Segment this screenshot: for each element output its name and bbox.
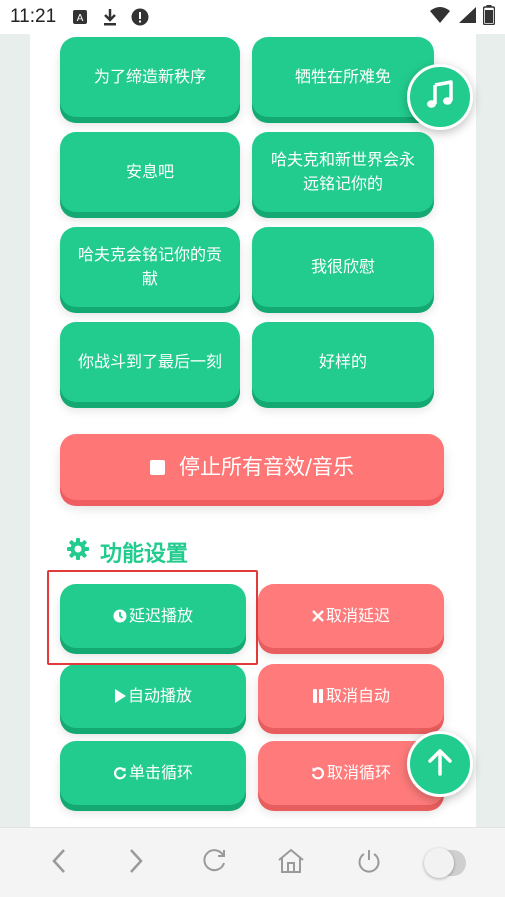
x-icon	[312, 610, 324, 622]
sound-button[interactable]: 哈夫克和新世界会永远铭记你的	[252, 132, 434, 212]
auto-play-label: 自动播放	[127, 686, 192, 705]
night-mode-toggle[interactable]	[424, 843, 467, 883]
sound-button[interactable]: 为了缔造新秩序	[60, 37, 240, 117]
sound-button[interactable]: 我很欣慰	[252, 227, 434, 307]
cancel-loop-label: 取消循环	[326, 763, 391, 782]
settings-title-text: 功能设置	[100, 542, 189, 567]
svg-text:A: A	[77, 13, 84, 24]
refresh-button[interactable]	[194, 843, 234, 883]
sound-button-label: 牺牲在所难免	[294, 67, 391, 86]
music-note-icon	[425, 80, 455, 114]
power-icon	[355, 847, 383, 879]
gear-icon	[66, 537, 100, 567]
stop-all-button[interactable]: 停止所有音效/音乐	[60, 434, 444, 500]
toggle-knob	[424, 847, 455, 878]
refresh-icon	[200, 847, 228, 879]
music-fab[interactable]	[407, 64, 473, 130]
chevron-left-icon	[51, 848, 67, 878]
sound-button-label: 为了缔造新秩序	[93, 67, 206, 86]
cancel-delay-button[interactable]: 取消延迟	[258, 584, 444, 648]
sound-button-label: 我很欣慰	[310, 257, 375, 276]
stop-all-label: 停止所有音效/音乐	[178, 455, 355, 479]
signal-icon	[457, 6, 477, 29]
chevron-right-icon	[128, 848, 144, 878]
browser-toolbar	[0, 827, 505, 897]
wifi-icon	[429, 6, 451, 29]
power-button[interactable]	[349, 843, 389, 883]
sound-button[interactable]: 哈夫克会铭记你的贡献	[60, 227, 240, 307]
pause-icon	[312, 689, 324, 703]
back-button[interactable]	[39, 843, 79, 883]
sound-button-label: 哈夫克和新世界会永远铭记你的	[270, 150, 415, 193]
cancel-auto-button[interactable]: 取消自动	[258, 664, 444, 728]
sound-button-label: 你战斗到了最后一刻	[77, 352, 222, 371]
sound-button-label: 安息吧	[125, 162, 174, 181]
sound-button[interactable]: 牺牲在所难免	[252, 37, 434, 117]
single-loop-button[interactable]: 单击循环	[60, 741, 246, 805]
home-icon	[276, 847, 306, 879]
forward-button[interactable]	[116, 843, 156, 883]
settings-section-title: 功能设置	[66, 536, 188, 568]
toggle-track	[424, 847, 467, 878]
keyboard-a-icon: A	[70, 7, 90, 27]
stop-icon	[149, 459, 165, 475]
home-button[interactable]	[271, 843, 311, 883]
play-icon	[114, 689, 126, 703]
alert-icon	[130, 7, 150, 27]
download-icon	[100, 7, 120, 27]
undo-icon	[311, 766, 325, 780]
cancel-auto-label: 取消自动	[325, 686, 390, 705]
highlight-box	[47, 570, 258, 665]
main-content: 为了缔造新秩序 牺牲在所难免 安息吧 哈夫克和新世界会永远铭记你的 哈夫克会铭记…	[30, 34, 476, 827]
sound-button[interactable]: 安息吧	[60, 132, 240, 212]
sound-button[interactable]: 你战斗到了最后一刻	[60, 322, 240, 402]
sound-button-label: 哈夫克会铭记你的贡献	[77, 245, 222, 288]
sound-button-label: 好样的	[318, 352, 367, 371]
redo-icon	[113, 766, 127, 780]
scroll-top-fab[interactable]	[407, 731, 473, 797]
arrow-up-icon	[427, 748, 453, 780]
cancel-delay-label: 取消延迟	[325, 606, 390, 625]
auto-play-button[interactable]: 自动播放	[60, 664, 246, 728]
sound-button[interactable]: 好样的	[252, 322, 434, 402]
status-time: 11:21	[10, 6, 57, 27]
single-loop-label: 单击循环	[128, 763, 193, 782]
battery-icon	[482, 4, 496, 30]
status-bar: 11:21 A	[0, 0, 505, 34]
